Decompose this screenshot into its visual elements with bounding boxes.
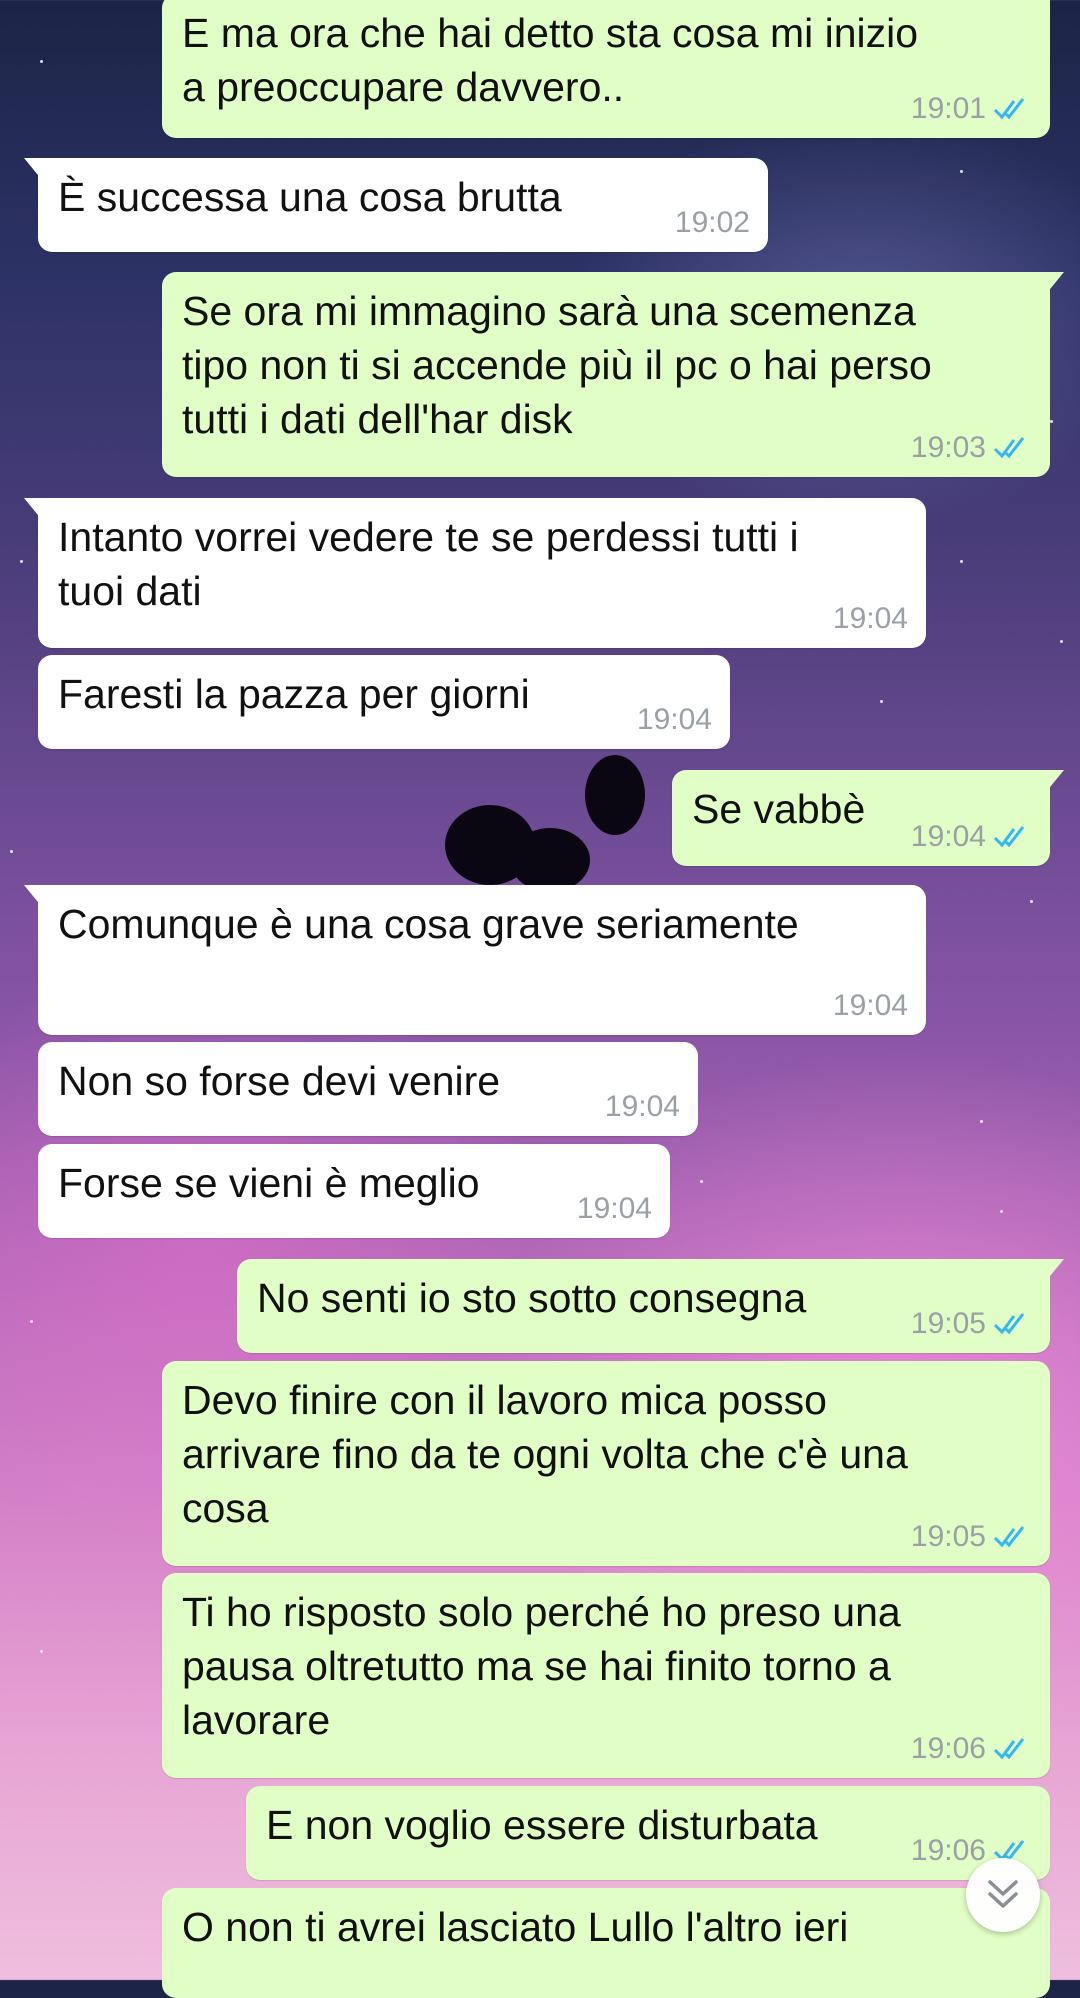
message-text: Comunque è una cosa grave seriamente [58, 901, 799, 947]
message-text: E non voglio essere disturbata [266, 1802, 818, 1848]
message-text: Devo finire con il lavoro mica posso arr… [182, 1377, 908, 1531]
message-bubble-incoming[interactable]: È successa una cosa brutta 19:02 [24, 158, 768, 252]
message-time: 19:02 [674, 206, 750, 239]
message-list[interactable]: E ma ora che hai detto sta cosa mi inizi… [0, 0, 1080, 1998]
read-ticks-icon [993, 826, 1025, 848]
message-time: 19:04 [832, 989, 908, 1022]
message-text: Faresti la pazza per giorni [58, 671, 530, 717]
message-text: Forse se vieni è meglio [58, 1160, 480, 1206]
read-ticks-icon [993, 1313, 1025, 1335]
message-bubble-incoming[interactable]: Forse se vieni è meglio 19:04 [38, 1144, 670, 1238]
message-text: È successa una cosa brutta [58, 174, 562, 220]
scroll-to-bottom-button[interactable] [966, 1858, 1040, 1932]
message-text: Intanto vorrei vedere te se perdessi tut… [58, 514, 799, 614]
message-text: No senti io sto sotto consegna [257, 1275, 807, 1321]
message-time: 19:04 [604, 1090, 680, 1123]
message-time: 19:05 [910, 1307, 986, 1340]
message-bubble-outgoing[interactable]: E ma ora che hai detto sta cosa mi inizi… [162, 0, 1050, 138]
message-time: 19:04 [910, 820, 986, 853]
message-text: Se vabbè [692, 786, 866, 832]
message-bubble-outgoing[interactable]: Devo finire con il lavoro mica posso arr… [162, 1361, 1050, 1566]
message-text: E ma ora che hai detto sta cosa mi inizi… [182, 10, 919, 110]
message-time: 19:03 [910, 431, 986, 464]
message-time: 19:06 [910, 1732, 986, 1765]
read-ticks-icon [993, 437, 1025, 459]
message-bubble-outgoing[interactable]: No senti io sto sotto consegna 19:05 [237, 1259, 1064, 1353]
message-bubble-incoming[interactable]: Comunque è una cosa grave seriamente 19:… [24, 885, 926, 1035]
read-ticks-icon [993, 98, 1025, 120]
message-text: Non so forse devi venire [58, 1058, 501, 1104]
message-bubble-outgoing[interactable]: O non ti avrei lasciato Lullo l'altro ie… [162, 1888, 1050, 1998]
message-bubble-outgoing[interactable]: E non voglio essere disturbata 19:06 [246, 1786, 1050, 1880]
message-time: 19:04 [636, 703, 712, 736]
message-time: 19:01 [910, 92, 986, 125]
message-text: Ti ho risposto solo perché ho preso una … [182, 1589, 901, 1743]
message-time: 19:04 [576, 1192, 652, 1225]
message-bubble-incoming[interactable]: Intanto vorrei vedere te se perdessi tut… [24, 498, 926, 648]
message-bubble-outgoing[interactable]: Se ora mi immagino sarà una scemenza tip… [162, 272, 1064, 477]
message-text: Se ora mi immagino sarà una scemenza tip… [182, 288, 932, 442]
message-text: O non ti avrei lasciato Lullo l'altro ie… [182, 1904, 849, 1950]
message-bubble-incoming[interactable]: Faresti la pazza per giorni 19:04 [38, 655, 730, 749]
read-ticks-icon [993, 1738, 1025, 1760]
message-time: 19:05 [910, 1520, 986, 1553]
message-time: 19:04 [832, 602, 908, 635]
message-time: 19:06 [910, 1834, 986, 1867]
message-bubble-outgoing[interactable]: Se vabbè 19:04 [672, 770, 1064, 866]
read-ticks-icon [993, 1526, 1025, 1548]
message-bubble-outgoing[interactable]: Ti ho risposto solo perché ho preso una … [162, 1573, 1050, 1778]
double-chevron-down-icon [988, 1880, 1018, 1908]
message-bubble-incoming[interactable]: Non so forse devi venire 19:04 [38, 1042, 698, 1136]
